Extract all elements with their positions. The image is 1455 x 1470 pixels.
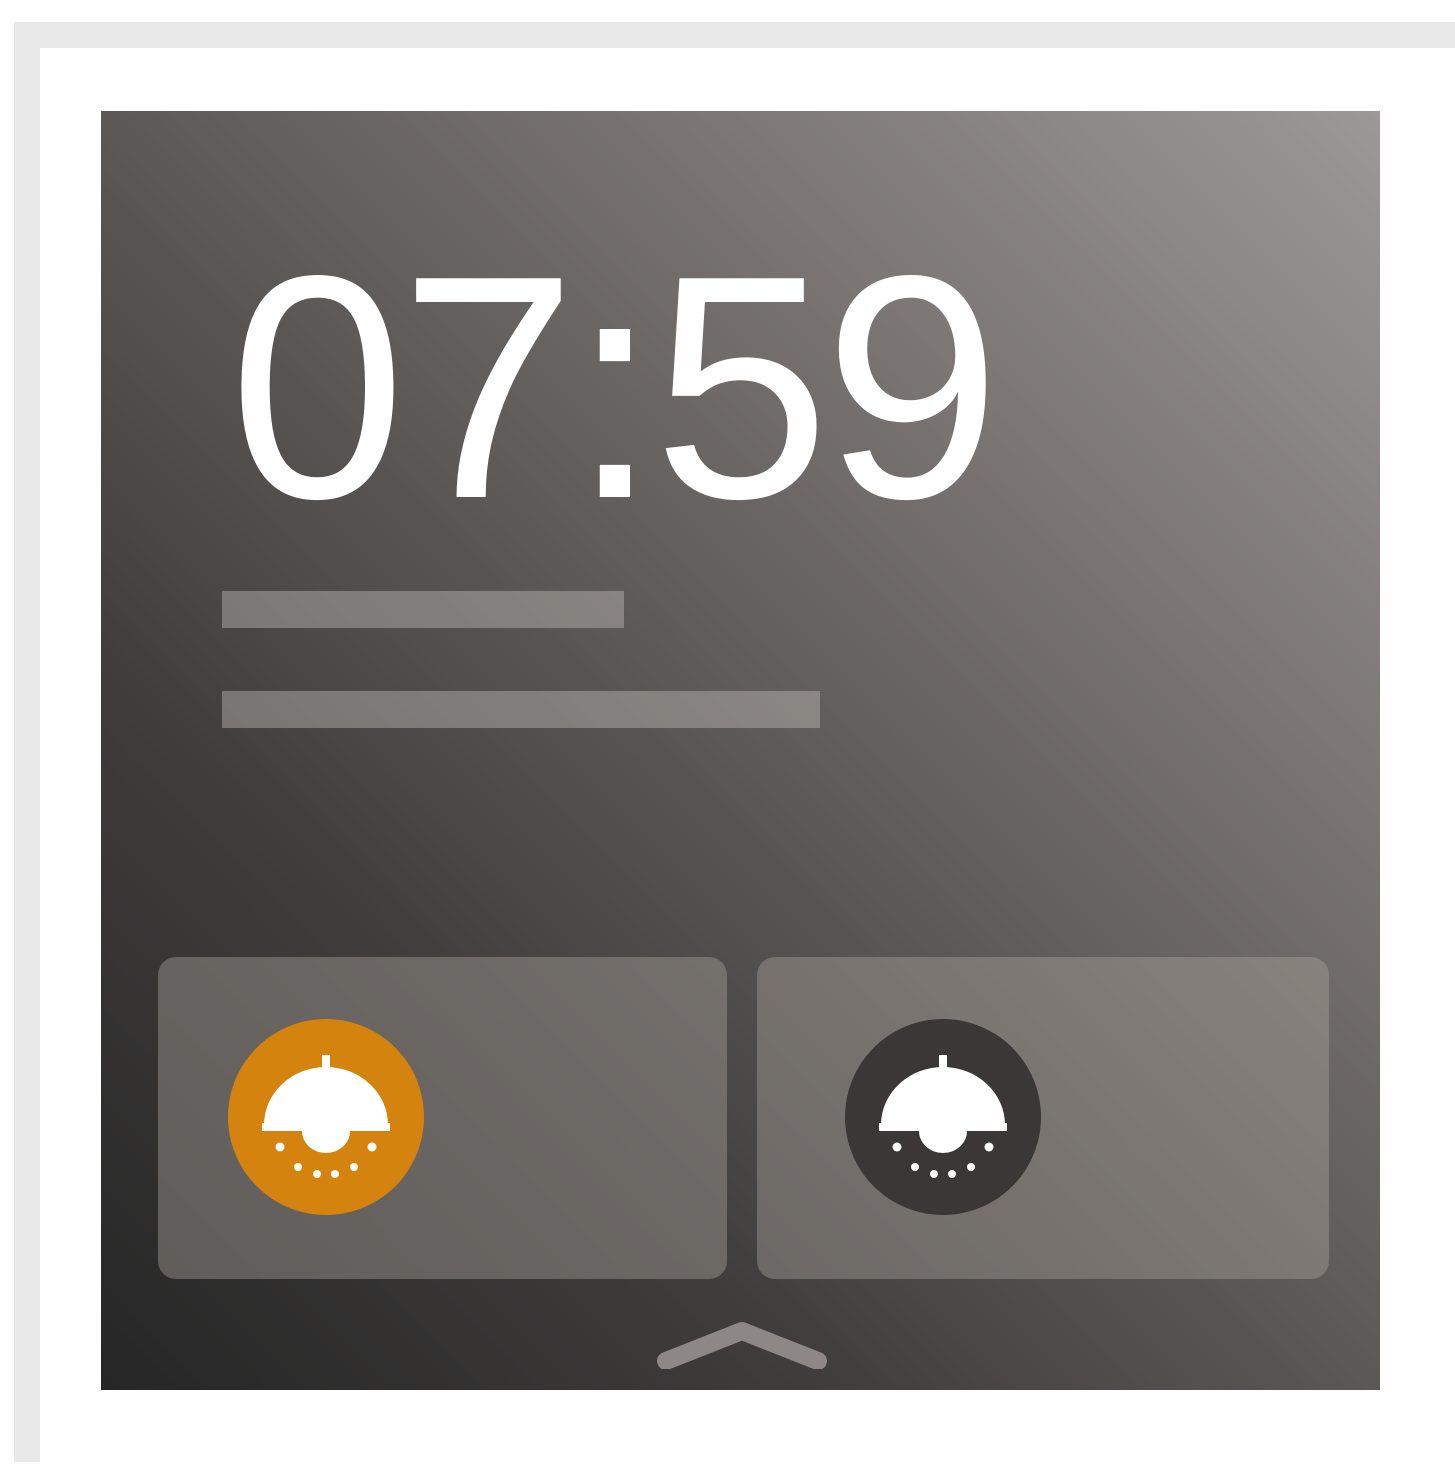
ceiling-lamp-icon xyxy=(228,1019,424,1215)
placeholder-line-2 xyxy=(222,691,820,728)
clock-time: 07:59 xyxy=(229,210,1001,565)
lamp-toggle-on[interactable] xyxy=(228,1019,424,1215)
chevron-up-icon[interactable] xyxy=(656,1317,828,1369)
lock-screen: 07:59 xyxy=(101,111,1380,1390)
placeholder-line-1 xyxy=(222,591,624,628)
light-tile-1[interactable] xyxy=(158,957,727,1279)
ceiling-lamp-icon xyxy=(845,1019,1041,1215)
light-tile-2[interactable] xyxy=(757,957,1329,1279)
lamp-toggle-off[interactable] xyxy=(845,1019,1041,1215)
